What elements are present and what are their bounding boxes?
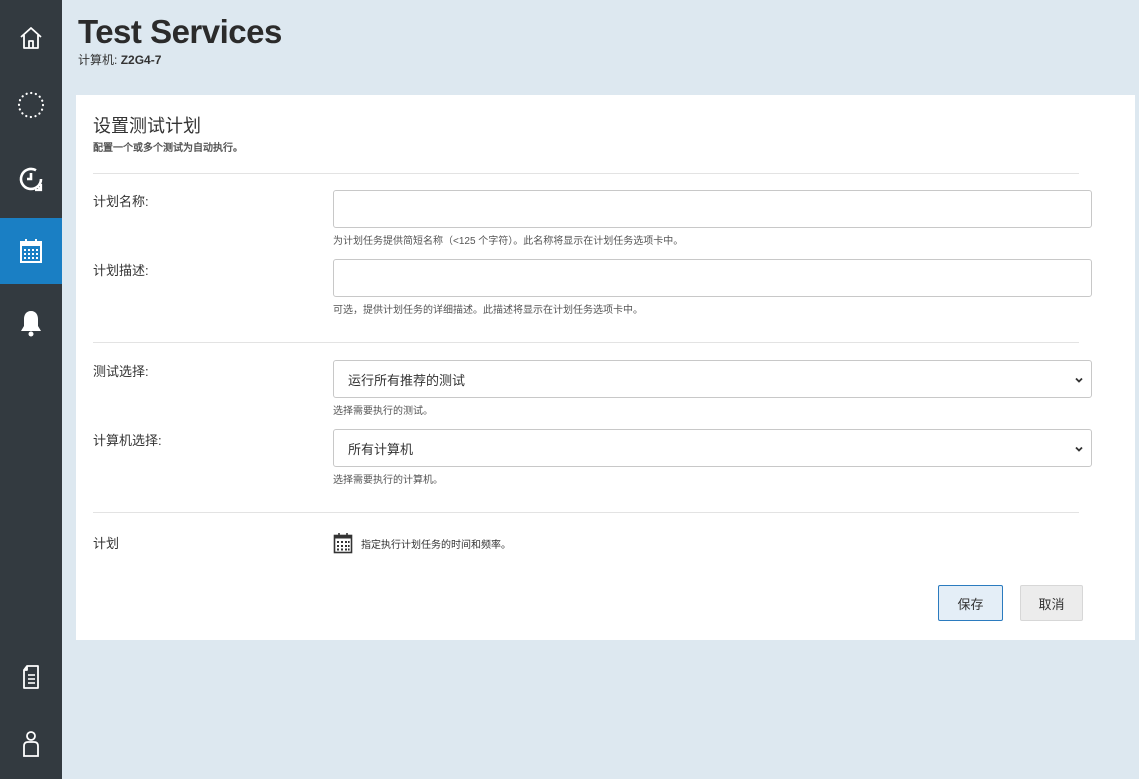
plan-desc-input[interactable] — [333, 259, 1092, 297]
nav-tests[interactable] — [0, 72, 62, 138]
nav-schedule[interactable] — [0, 218, 62, 284]
machine-info: 计算机: Z2G4-7 — [78, 52, 282, 68]
nav-history[interactable] — [0, 146, 62, 212]
machine-select-helper: 选择需要执行的计算机。 — [333, 475, 443, 486]
divider — [93, 342, 1079, 343]
test-select-value: 运行所有推荐的测试 — [348, 372, 466, 388]
divider — [93, 173, 1079, 174]
chevron-down-icon — [1075, 377, 1083, 383]
cancel-button[interactable]: 取消 — [1020, 585, 1083, 621]
schedule-form-card: 设置测试计划 配置一个或多个测试为自动执行。 计划名称: 为计划任务提供简短名称… — [76, 95, 1135, 640]
plan-name-input[interactable] — [333, 190, 1092, 228]
form-subtitle: 配置一个或多个测试为自动执行。 — [93, 143, 243, 154]
save-button[interactable]: 保存 — [938, 585, 1003, 621]
schedule-link-text: 指定执行计划任务的时间和频率。 — [361, 539, 511, 551]
test-select-helper: 选择需要执行的测试。 — [333, 406, 433, 417]
machine-select-value: 所有计算机 — [348, 441, 414, 457]
nav-home[interactable] — [0, 5, 62, 71]
clock-history-icon — [19, 167, 43, 192]
calendar-icon — [20, 239, 42, 263]
test-select-label: 测试选择: — [93, 364, 149, 379]
bell-icon — [21, 311, 41, 337]
plan-name-helper: 为计划任务提供简短名称（<125 个字符）。此名称将显示在计划任务选项卡中。 — [333, 236, 684, 247]
machine-id: Z2G4-7 — [120, 53, 162, 67]
nav-account[interactable] — [0, 710, 62, 776]
plan-desc-label: 计划描述: — [93, 263, 149, 278]
form-title: 设置测试计划 — [93, 116, 201, 136]
chevron-down-icon — [1075, 446, 1083, 452]
calendar-icon — [333, 533, 353, 554]
nav-notifications[interactable] — [0, 290, 62, 356]
schedule-label: 计划 — [93, 536, 120, 551]
machine-label: 计算机: — [78, 53, 118, 67]
document-icon — [23, 665, 39, 689]
test-select-dropdown[interactable]: 运行所有推荐的测试 — [333, 360, 1092, 398]
schedule-link[interactable]: 指定执行计划任务的时间和频率。 — [333, 532, 511, 554]
divider — [93, 512, 1079, 513]
page-header: Test Services 计算机: Z2G4-7 — [78, 12, 282, 68]
sidebar — [0, 0, 62, 779]
nav-reports[interactable] — [0, 644, 62, 710]
machine-select-dropdown[interactable]: 所有计算机 — [333, 429, 1092, 467]
plan-desc-helper: 可选，提供计划任务的详细描述。此描述将显示在计划任务选项卡中。 — [333, 305, 643, 316]
plan-name-label: 计划名称: — [93, 194, 149, 209]
machine-select-label: 计算机选择: — [93, 433, 162, 448]
dotted-circle-icon — [17, 91, 45, 119]
page-title: Test Services — [78, 13, 282, 50]
user-icon — [23, 731, 39, 757]
home-icon — [20, 27, 42, 49]
